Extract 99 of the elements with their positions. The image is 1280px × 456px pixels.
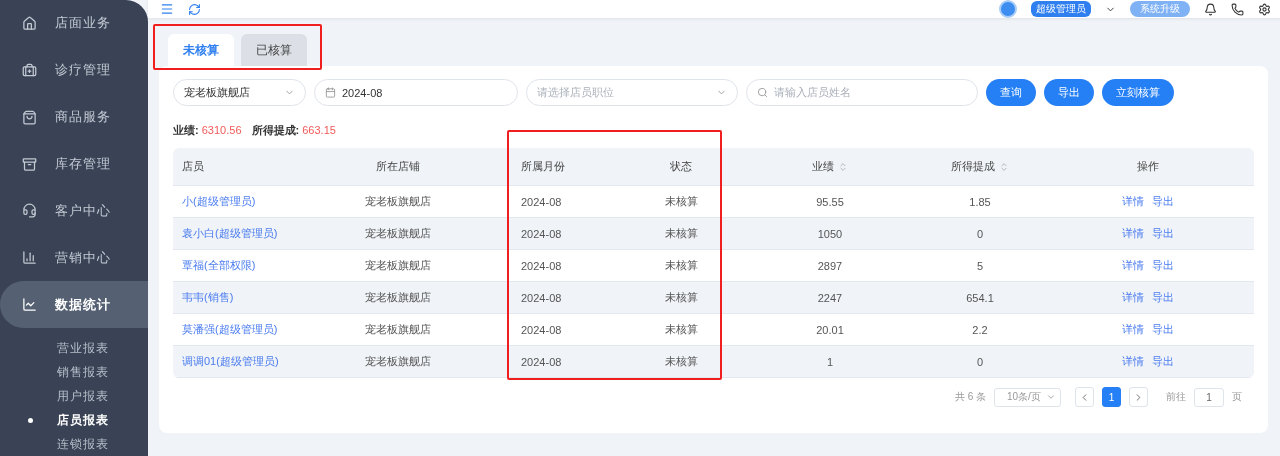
table-cell: 1050 — [817, 227, 843, 240]
page-size-select[interactable]: 10条/页 — [994, 387, 1061, 407]
sidebar-item[interactable]: 商品服务 — [0, 93, 148, 141]
table-cell: 1 — [826, 355, 834, 368]
bell-icon[interactable] — [1204, 2, 1217, 16]
clerk-link[interactable]: 韦韦(销售) — [182, 290, 234, 305]
sidebar-item[interactable]: 库存管理 — [0, 140, 148, 188]
column-header: 业绩 — [812, 159, 834, 174]
table-cell: 2024-08 — [521, 227, 562, 240]
summary-stat: 业绩: 6310.56 — [173, 123, 242, 138]
position-select[interactable]: 请选择店员职位 — [526, 79, 738, 106]
table-cell: 未核算 — [664, 290, 698, 305]
clerk-link[interactable]: 调调01(超级管理员) — [182, 354, 279, 369]
table-cell: 未核算 — [664, 322, 698, 337]
table-cell: 未核算 — [664, 194, 698, 209]
row-action-link[interactable]: 导出 — [1151, 258, 1174, 273]
action-button[interactable]: 立刻核算 — [1102, 79, 1174, 106]
table-cell: 宠老板旗舰店 — [365, 354, 431, 369]
row-action-link[interactable]: 详情 — [1121, 322, 1144, 337]
table-cell: 未核算 — [664, 258, 698, 273]
table-cell: 宠老板旗舰店 — [365, 290, 431, 305]
page-button[interactable]: 1 — [1102, 387, 1121, 407]
column-header: 操作 — [1136, 159, 1159, 174]
submenu-item[interactable]: 店员报表 — [0, 408, 148, 432]
calendar-icon — [325, 87, 336, 98]
table-cell: 2024-08 — [521, 355, 562, 368]
table-cell: 2024-08 — [521, 323, 562, 336]
goto-page-field[interactable]: 1 — [1194, 387, 1224, 407]
avatar[interactable] — [999, 0, 1017, 18]
row-action-link[interactable]: 导出 — [1151, 226, 1174, 241]
submenu-item[interactable]: 连锁报表 — [0, 432, 148, 456]
sidebar-item[interactable]: 营销中心 — [0, 234, 148, 282]
row-action-link[interactable]: 导出 — [1151, 290, 1174, 305]
archive-box-icon — [22, 156, 37, 172]
row-action-link[interactable]: 详情 — [1121, 354, 1144, 369]
table-cell: 未核算 — [664, 354, 698, 369]
sidebar-item[interactable]: 客户中心 — [0, 187, 148, 235]
row-action-link[interactable]: 详情 — [1121, 194, 1144, 209]
total-count: 共 6 条 — [954, 390, 986, 404]
bar-chart-icon — [22, 250, 37, 266]
action-button[interactable]: 导出 — [1044, 79, 1094, 106]
table-cell: 2.2 — [972, 323, 988, 336]
row-action-link[interactable]: 详情 — [1121, 290, 1144, 305]
upgrade-button[interactable]: 系统升级 — [1130, 1, 1190, 17]
goto-label: 前往 — [1166, 390, 1186, 404]
clerk-link[interactable]: 小(超级管理员) — [182, 194, 256, 209]
refresh-icon[interactable] — [188, 2, 201, 16]
table-cell: 654.1 — [966, 291, 994, 304]
table-cell: 宠老板旗舰店 — [365, 258, 431, 273]
column-header: 状态 — [670, 159, 692, 174]
clerk-link[interactable]: 覃福(全部权限) — [182, 258, 256, 273]
sidebar-item[interactable]: 数据统计 — [0, 281, 148, 328]
summary-stat: 所得提成: 663.15 — [251, 123, 336, 138]
table-cell: 1.85 — [969, 195, 991, 208]
action-button[interactable]: 查询 — [986, 79, 1036, 106]
settings-icon[interactable] — [1258, 2, 1271, 16]
phone-icon[interactable] — [1231, 2, 1244, 16]
column-header: 所属月份 — [521, 159, 565, 174]
column-header: 所在店铺 — [376, 159, 420, 174]
table-cell: 2024-08 — [521, 259, 562, 272]
column-header: 店员 — [182, 159, 204, 174]
table-cell: 2024-08 — [521, 291, 562, 304]
table-cell: 2247 — [817, 291, 843, 304]
sidebar-item[interactable]: 店面业务 — [0, 0, 148, 47]
menu-icon[interactable] — [160, 2, 174, 16]
line-chart-icon — [22, 297, 37, 313]
clerk-link[interactable]: 袁小白(超级管理员) — [182, 226, 278, 241]
clerk-link[interactable]: 莫潘强(超级管理员) — [182, 322, 278, 337]
tab[interactable]: 未核算 — [168, 34, 234, 66]
row-action-link[interactable]: 导出 — [1151, 194, 1174, 209]
submenu-item[interactable]: 销售报表 — [0, 360, 148, 384]
role-badge: 超级管理员 — [1031, 1, 1091, 17]
row-action-link[interactable]: 详情 — [1121, 226, 1144, 241]
table-cell: 2897 — [817, 259, 843, 272]
medical-kit-icon — [22, 62, 37, 78]
page-suffix: 页 — [1232, 390, 1242, 404]
tab[interactable]: 已核算 — [241, 34, 307, 66]
submenu-item[interactable]: 用户报表 — [0, 384, 148, 408]
bag-icon — [22, 109, 37, 125]
table-cell: 0 — [976, 355, 984, 368]
table-cell: 20.01 — [816, 323, 844, 336]
sidebar-item[interactable]: 诊疗管理 — [0, 46, 148, 94]
table-cell: 0 — [976, 227, 984, 240]
table-cell: 2024-08 — [521, 195, 562, 208]
column-header: 所得提成 — [951, 159, 995, 174]
table-cell: 95.55 — [816, 195, 844, 208]
row-action-link[interactable]: 详情 — [1121, 258, 1144, 273]
row-action-link[interactable]: 导出 — [1151, 322, 1174, 337]
table-cell: 宠老板旗舰店 — [365, 226, 431, 241]
row-action-link[interactable]: 导出 — [1151, 354, 1174, 369]
caret-icon — [1046, 392, 1056, 402]
submenu-item[interactable]: 营业报表 — [0, 336, 148, 360]
table-cell: 未核算 — [664, 226, 698, 241]
house-icon — [22, 15, 37, 31]
headset-icon — [22, 203, 37, 219]
search-icon — [757, 87, 768, 98]
table-cell: 宠老板旗舰店 — [365, 194, 431, 209]
table-cell: 5 — [976, 259, 984, 272]
table-cell: 宠老板旗舰店 — [365, 322, 431, 337]
